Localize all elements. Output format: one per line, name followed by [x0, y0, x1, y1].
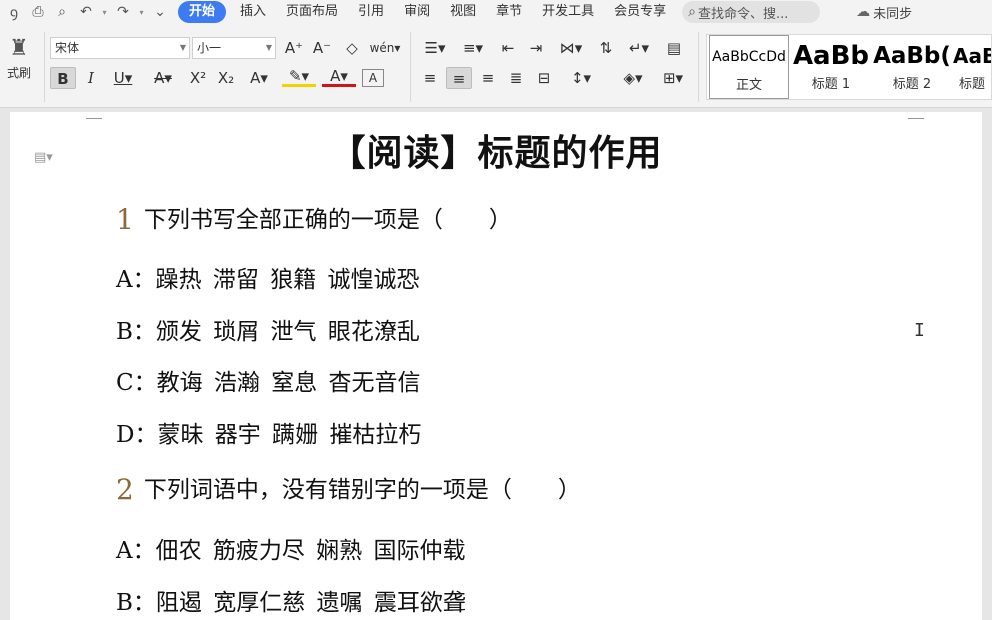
shading-icon[interactable]: ◈▾ — [616, 67, 650, 89]
justify-icon[interactable]: ≣ — [504, 67, 528, 89]
borders-icon[interactable]: ⊞▾ — [656, 67, 690, 89]
quick-access-toolbar: ꝯ ⎙ ⌕ ↶ ▾ ↷ ▾ ⌄ — [0, 3, 172, 22]
strikethrough-button[interactable]: A▾ — [146, 67, 180, 89]
tab-view[interactable]: 视图 — [440, 1, 486, 23]
decrease-indent-icon[interactable]: ⇤ — [496, 37, 520, 59]
tab-developer-tools[interactable]: 开发工具 — [532, 1, 604, 23]
text-cursor-icon: I — [914, 320, 925, 341]
style-name: 标题 1 — [811, 77, 851, 92]
cloud-status-label: 未同步 — [873, 6, 913, 22]
menu-bar: ꝯ ⎙ ⌕ ↶ ▾ ↷ ▾ ⌄ 开始 插入 页面布局 引用 审阅 视图 章节 开… — [0, 0, 992, 24]
character-border-button[interactable]: A — [362, 69, 384, 87]
style-title[interactable]: AaB 标题 — [953, 35, 991, 99]
question-text: 下列书写全部正确的一项是（ ） — [143, 207, 512, 233]
option-1a: A：躁热 滞留 狼籍 诚惶诚恐 — [116, 267, 420, 293]
option-1d: D：蒙昧 器宇 蹒姗 摧枯拉朽 — [116, 422, 422, 448]
tab-page-layout[interactable]: 页面布局 — [276, 1, 348, 23]
ribbon-toolbar: ♜ 式刷 宋体 ▼ 小一 ▼ A⁺ A⁻ ◇ wén▾ B I U▾ A▾ X²… — [0, 24, 992, 108]
ribbon-divider — [698, 32, 699, 102]
line-spacing-icon[interactable]: ↕▾ — [564, 67, 598, 89]
chevron-down-icon: ▼ — [179, 43, 186, 52]
align-center-icon[interactable]: ≡ — [446, 67, 472, 89]
numbered-list-icon[interactable]: ≡▾ — [456, 37, 490, 59]
tab-home[interactable]: 开始 — [178, 1, 227, 23]
bold-button[interactable]: B — [50, 67, 76, 89]
pinyin-guide-icon[interactable]: wén▾ — [368, 37, 402, 59]
distributed-align-icon[interactable]: ⊟ — [532, 67, 556, 89]
tab-member-exclusive[interactable]: 会员专享 — [604, 1, 676, 23]
redo-icon[interactable]: ↷ — [111, 4, 135, 20]
wps-logo-icon[interactable]: ꝯ — [2, 3, 26, 22]
style-heading-2[interactable]: AaBb( 标题 2 — [873, 35, 951, 99]
document-page[interactable]: ▤▾ 【阅读】标题的作用 1 下列书写全部正确的一项是（ ） A：躁热 滞留 狼籍… — [10, 112, 982, 620]
show-hide-marks-icon[interactable]: ↵▾ — [622, 37, 656, 59]
style-gallery: AaBbCcDd 正文 AaBb 标题 1 AaBb( 标题 2 AaB 标题 — [706, 34, 992, 100]
question-number: 1 — [116, 203, 134, 236]
style-normal[interactable]: AaBbCcDd 正文 — [709, 35, 789, 99]
search-icon: ⌕ — [688, 4, 696, 20]
command-search[interactable]: ⌕ 查找命令、搜... — [682, 1, 821, 23]
italic-button[interactable]: I — [80, 67, 102, 89]
clear-format-icon[interactable]: ◇ — [340, 37, 364, 59]
increase-font-size-icon[interactable]: A⁺ — [282, 37, 306, 59]
search-placeholder: 查找命令、搜... — [697, 6, 789, 22]
font-color-button[interactable]: A▾ — [322, 67, 356, 87]
decrease-font-size-icon[interactable]: A⁻ — [310, 37, 334, 59]
option-2b: B：阻遏 宽厚仁慈 遗嘱 震耳欲聋 — [116, 590, 466, 616]
page-margin-marker — [908, 118, 924, 119]
document-title: 【阅读】标题的作用 — [329, 133, 663, 174]
bullet-list-icon[interactable]: ☰▾ — [418, 37, 452, 59]
undo-dropdown-icon[interactable]: ▾ — [98, 8, 111, 17]
redo-dropdown-icon[interactable]: ▾ — [135, 8, 148, 17]
highlight-color-button[interactable]: ✎▾ — [282, 67, 316, 87]
cloud-icon: ☁ — [856, 4, 871, 20]
underline-button[interactable]: U▾ — [106, 67, 140, 89]
print-icon[interactable]: ⎙ — [26, 4, 50, 20]
style-heading-1[interactable]: AaBb 标题 1 — [791, 35, 871, 99]
style-name: 正文 — [735, 78, 762, 93]
format-painter-label: 式刷 — [6, 66, 31, 80]
font-size-value: 小一 — [197, 41, 222, 55]
question-text: 下列词语中，没有错别字的一项是（ ） — [143, 477, 581, 503]
font-name-select[interactable]: 宋体 ▼ — [50, 37, 190, 59]
print-preview-icon[interactable]: ⌕ — [50, 4, 74, 20]
align-left-icon[interactable]: ≡ — [418, 67, 442, 89]
style-sample: AaBb( — [873, 43, 951, 69]
increase-indent-icon[interactable]: ⇥ — [524, 37, 548, 59]
ribbon-divider — [410, 32, 411, 102]
sort-icon[interactable]: ⇅ — [594, 37, 618, 59]
font-size-select[interactable]: 小一 ▼ — [192, 37, 276, 59]
tab-insert[interactable]: 插入 — [230, 1, 276, 23]
option-1c: C：教诲 浩瀚 窒息 杳无音信 — [116, 370, 421, 396]
chinese-layout-icon[interactable]: ⋈▾ — [554, 37, 588, 59]
format-painter-icon: ♜ — [9, 36, 29, 61]
tab-section[interactable]: 章节 — [486, 1, 532, 23]
table-of-contents-icon[interactable]: ▤ — [662, 37, 686, 59]
format-painter-button[interactable]: ♜ 式刷 — [0, 36, 38, 81]
font-name-value: 宋体 — [55, 41, 80, 55]
align-right-icon[interactable]: ≡ — [476, 67, 500, 89]
tab-review[interactable]: 审阅 — [394, 1, 440, 23]
page-margin-marker — [86, 118, 102, 119]
chevron-down-icon: ▼ — [265, 43, 272, 52]
cloud-sync-status[interactable]: ☁ 未同步 — [856, 3, 912, 22]
question-1: 1 下列书写全部正确的一项是（ ） — [116, 200, 512, 236]
style-sample: AaBb — [792, 41, 870, 71]
style-name: 标题 2 — [892, 77, 932, 92]
document-area[interactable]: ▤▾ 【阅读】标题的作用 1 下列书写全部正确的一项是（ ） A：躁热 滞留 狼籍… — [0, 108, 992, 620]
text-effect-button[interactable]: A▾ — [242, 67, 276, 89]
tab-references[interactable]: 引用 — [348, 1, 394, 23]
subscript-button[interactable]: X₂ — [214, 67, 238, 89]
style-sample: AaBbCcDd — [712, 49, 786, 65]
option-2a: A：佃农 筋疲力尽 娴熟 国际仲载 — [116, 538, 466, 564]
style-sample: AaB — [953, 44, 991, 68]
customize-toolbar-icon[interactable]: ⌄ — [148, 4, 172, 20]
undo-icon[interactable]: ↶ — [74, 4, 98, 20]
ribbon-divider — [44, 32, 45, 102]
style-name: 标题 — [958, 77, 985, 92]
superscript-button[interactable]: X² — [186, 67, 210, 89]
option-1b: B：颁发 琐屑 泄气 眼花潦乱 — [116, 319, 420, 345]
question-2: 2 下列词语中，没有错别字的一项是（ ） — [116, 470, 581, 506]
question-number: 2 — [116, 473, 134, 506]
